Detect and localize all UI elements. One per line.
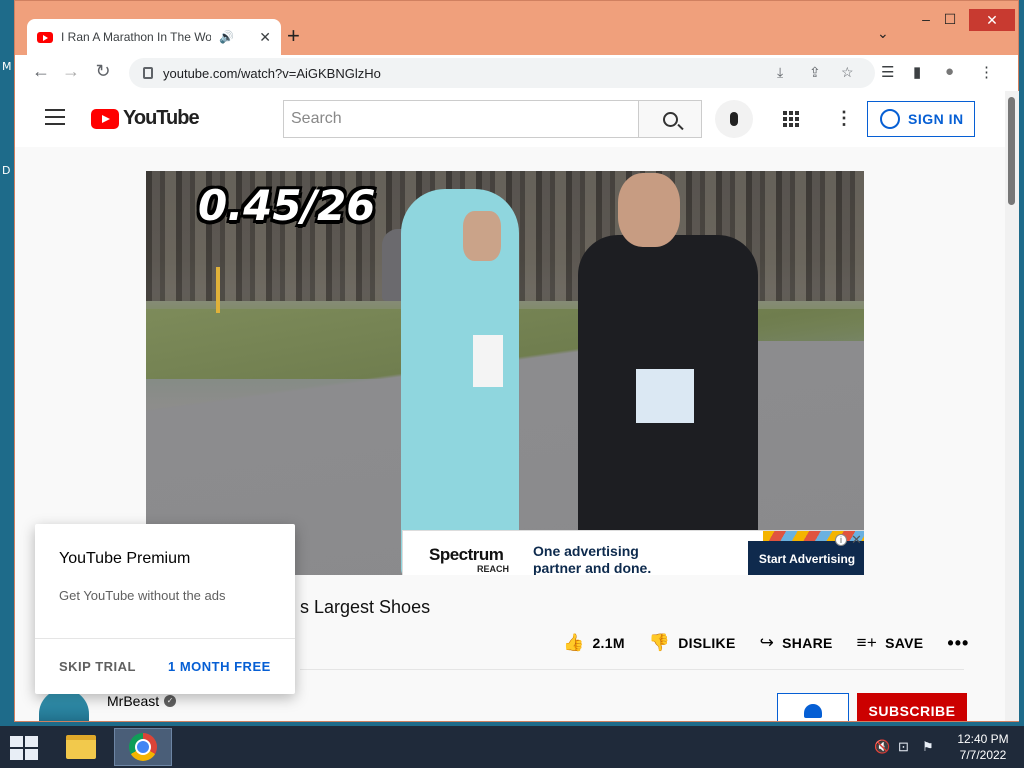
hamburger-menu-icon[interactable] xyxy=(45,109,65,125)
browser-titlebar: I Ran A Marathon In The World's Largest … xyxy=(15,1,1018,55)
page-scrollbar[interactable] xyxy=(1005,91,1019,721)
tab-close-icon[interactable]: ✕ xyxy=(259,29,271,46)
popup-subtitle: Get YouTube without the ads xyxy=(59,588,226,603)
share-button[interactable]: ↪ SHARE xyxy=(760,633,833,653)
channel-name[interactable]: MrBeast xyxy=(107,693,159,709)
new-tab-button[interactable]: + xyxy=(287,23,300,49)
scrollbar-thumb[interactable] xyxy=(1008,97,1015,205)
ad-decor-stripes xyxy=(763,531,864,541)
youtube-page: YouTube Search ⋮ SIGN IN 0.45/26 Spectru… xyxy=(15,91,1005,721)
channel-name-row[interactable]: MrBeast ✓ xyxy=(107,693,177,709)
maximize-button[interactable]: ☐ xyxy=(935,11,965,28)
volume-muted-icon[interactable]: 🔇 xyxy=(874,739,890,755)
thumbs-down-icon: 👎 xyxy=(648,633,671,652)
popup-divider xyxy=(35,638,295,639)
network-icon[interactable]: ⊡ xyxy=(898,739,909,755)
search-button[interactable] xyxy=(638,100,702,138)
folder-icon xyxy=(66,735,96,759)
overlay-ad-banner[interactable]: Spectrum REACH One advertising partner a… xyxy=(402,530,864,575)
clock-time: 12:40 PM xyxy=(957,732,1009,746)
video-scene-runner-blue-hoodie xyxy=(401,189,519,575)
share-label: SHARE xyxy=(782,635,833,651)
dislike-label: DISLIKE xyxy=(678,635,736,651)
ad-info-icon[interactable]: i xyxy=(835,534,847,546)
settings-more-icon[interactable]: ⋮ xyxy=(835,108,853,129)
reload-button[interactable]: ↻ xyxy=(91,61,115,82)
microphone-icon xyxy=(730,112,738,126)
sign-in-label: SIGN IN xyxy=(908,111,964,127)
taskbar-file-explorer[interactable] xyxy=(52,728,110,766)
account-icon xyxy=(880,109,900,129)
clock-date: 7/7/2022 xyxy=(959,748,1007,762)
install-app-icon[interactable]: ⤓ xyxy=(777,64,783,81)
browser-menu-icon[interactable]: ⋮ xyxy=(979,63,994,81)
action-center-flag-icon[interactable]: ⚑ xyxy=(922,739,934,755)
ad-cta-button[interactable]: Start Advertising xyxy=(748,541,864,575)
ad-brand: Spectrum xyxy=(429,545,504,564)
bookmark-star-icon[interactable]: ☆ xyxy=(841,64,854,81)
one-month-free-button[interactable]: 1 MONTH FREE xyxy=(168,659,271,674)
thumbs-up-icon: 👍 xyxy=(563,633,585,652)
search-input[interactable]: Search xyxy=(283,100,639,138)
lock-icon[interactable] xyxy=(143,67,153,79)
youtube-header: YouTube Search ⋮ SIGN IN xyxy=(15,91,1005,147)
save-button[interactable]: ≡+ SAVE xyxy=(857,633,924,653)
profile-avatar-icon[interactable]: ● xyxy=(945,63,954,80)
forward-button[interactable]: → xyxy=(59,61,83,82)
video-title: s Largest Shoes xyxy=(300,597,431,617)
search-icon xyxy=(662,111,678,127)
apps-grid-icon[interactable] xyxy=(783,111,799,127)
ad-copy-line-1: One advertising xyxy=(533,543,639,559)
share-icon[interactable]: ⇪ xyxy=(809,64,821,81)
taskbar: 🔇 ⊡ ⚑ 12:40 PM 7/7/2022 xyxy=(0,726,1024,768)
side-panel-icon[interactable]: ▮ xyxy=(913,63,921,81)
playlist-add-icon: ≡+ xyxy=(856,633,878,652)
desktop-edge-glyph: D xyxy=(2,164,11,177)
ad-copy-line-2: partner and done. xyxy=(533,560,652,575)
video-overlay-counter: 0.45/26 xyxy=(198,181,376,230)
reading-list-icon[interactable]: ☰ xyxy=(881,63,894,81)
divider xyxy=(300,669,964,670)
desktop-edge-glyph: M xyxy=(2,60,12,73)
address-bar[interactable]: youtube.com/watch?v=AiGKBNGlzHo xyxy=(129,58,875,88)
ad-copy: One advertising partner and done. xyxy=(533,543,651,575)
skip-trial-button[interactable]: SKIP TRIAL xyxy=(59,659,136,674)
voice-search-button[interactable] xyxy=(715,100,753,138)
notification-bell-button[interactable] xyxy=(777,693,849,721)
windows-start-icon[interactable] xyxy=(10,736,38,760)
like-count: 2.1M xyxy=(592,635,625,651)
browser-window: I Ran A Marathon In The World's Largest … xyxy=(14,0,1019,722)
sign-in-button[interactable]: SIGN IN xyxy=(867,101,975,137)
tab-title: I Ran A Marathon In The World's Largest … xyxy=(61,30,211,44)
dislike-button[interactable]: 👎 DISLIKE xyxy=(649,633,736,653)
browser-tab[interactable]: I Ran A Marathon In The World's Largest … xyxy=(27,19,281,55)
more-actions-icon[interactable]: ••• xyxy=(947,633,969,654)
popup-title: YouTube Premium xyxy=(59,550,191,567)
subscribe-button[interactable]: SUBSCRIBE xyxy=(857,693,967,721)
browser-toolbar: ← → ↻ youtube.com/watch?v=AiGKBNGlzHo ⤓ … xyxy=(15,55,1018,91)
taskbar-chrome[interactable] xyxy=(114,728,172,766)
ad-brand-sub: REACH xyxy=(477,564,510,574)
verified-check-icon: ✓ xyxy=(164,695,177,707)
window-close-button[interactable]: ✕ xyxy=(969,9,1015,31)
tab-search-chevron-icon[interactable]: ⌄ xyxy=(877,25,889,42)
video-player[interactable]: 0.45/26 Spectrum REACH One advertising p… xyxy=(146,171,864,575)
url-text[interactable]: youtube.com/watch?v=AiGKBNGlzHo xyxy=(163,66,381,81)
ad-close-icon[interactable]: ✕ xyxy=(851,532,862,548)
youtube-logo[interactable]: YouTube xyxy=(91,107,200,130)
speaker-icon[interactable]: 🔊 xyxy=(219,30,234,44)
save-label: SAVE xyxy=(885,635,924,651)
video-scene-runner-black-jacket xyxy=(578,173,758,575)
video-actions: 👍 2.1M 👎 DISLIKE ↪ SHARE ≡+ SAVE ••• xyxy=(563,631,969,655)
youtube-premium-popup: YouTube Premium Get YouTube without the … xyxy=(35,524,295,694)
like-button[interactable]: 👍 2.1M xyxy=(563,633,625,653)
video-scene-pole xyxy=(216,267,220,313)
share-arrow-icon: ↪ xyxy=(759,633,775,652)
chrome-icon xyxy=(129,733,157,761)
back-button[interactable]: ← xyxy=(29,61,53,82)
youtube-wordmark: YouTube xyxy=(123,107,200,129)
youtube-play-icon xyxy=(91,108,119,129)
youtube-favicon-icon xyxy=(37,31,53,43)
taskbar-clock[interactable]: 12:40 PM 7/7/2022 xyxy=(952,731,1014,763)
